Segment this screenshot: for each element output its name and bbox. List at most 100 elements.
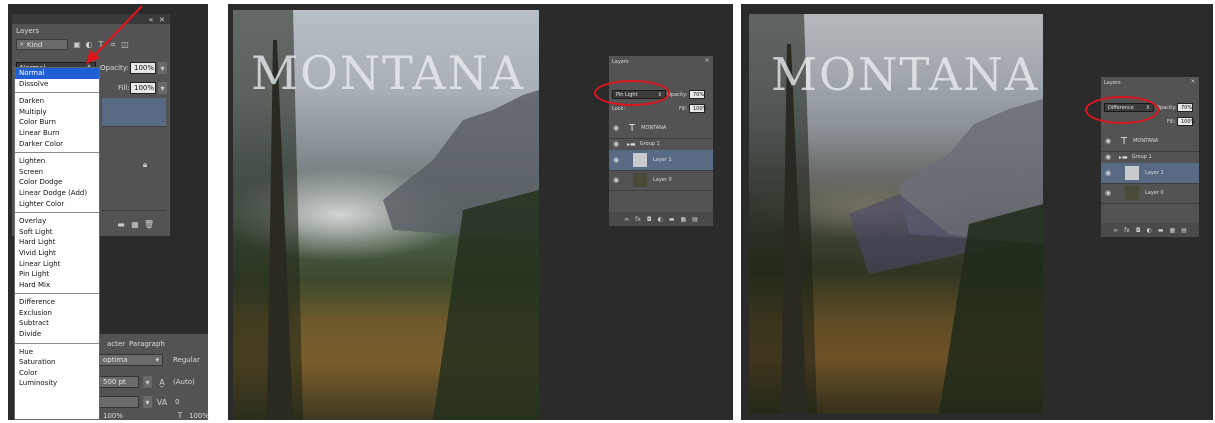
- layer-row[interactable]: ◉ Layer 0: [609, 170, 713, 191]
- blend-menu-item[interactable]: Vivid Light: [15, 248, 99, 259]
- mask-icon[interactable]: ◘: [1136, 227, 1141, 234]
- lock-icon: 🔒︎: [142, 160, 148, 169]
- blend-menu-item[interactable]: Linear Burn: [15, 128, 99, 139]
- vertical-scale-value[interactable]: 100%: [103, 412, 123, 420]
- blend-menu-item[interactable]: Overlay: [15, 216, 99, 227]
- font-style-value[interactable]: Regular: [173, 356, 200, 364]
- blend-menu-item[interactable]: Soft Light: [15, 227, 99, 238]
- layer-row[interactable]: ◉ Layer 0: [1101, 183, 1199, 204]
- chevron-down-icon: ▾: [155, 356, 159, 364]
- kerning-input[interactable]: [99, 396, 139, 408]
- opacity-input[interactable]: 70%: [689, 90, 705, 99]
- eye-icon[interactable]: ◉: [1101, 169, 1115, 177]
- eye-icon[interactable]: ◉: [609, 176, 623, 184]
- kind-filter[interactable]: ⌕ Kind: [16, 39, 68, 50]
- eye-icon[interactable]: ◉: [1101, 189, 1115, 197]
- adjustment-icon[interactable]: ◐: [658, 216, 663, 223]
- blend-menu-item[interactable]: Lighten: [15, 156, 99, 167]
- fill-input[interactable]: 100%: [689, 104, 707, 113]
- blend-menu-item[interactable]: Difference: [15, 297, 99, 308]
- panel-tab-layers[interactable]: Layers: [612, 59, 629, 65]
- opacity-dropdown-icon[interactable]: ▾: [158, 62, 167, 74]
- layer-divider: [102, 126, 166, 127]
- adjustment-icon[interactable]: ◐: [1147, 227, 1152, 234]
- close-icon[interactable]: ×: [1189, 77, 1197, 85]
- menu-separator: [15, 342, 99, 344]
- blend-menu-item[interactable]: Color Dodge: [15, 177, 99, 188]
- selected-layer-row[interactable]: [102, 98, 166, 126]
- new-layer-icon[interactable]: ▦: [1170, 227, 1176, 234]
- panel-tab-layers[interactable]: Layers: [1104, 80, 1121, 86]
- panel-tab-layers[interactable]: Layers: [16, 27, 39, 35]
- fill-label: Fill:: [118, 84, 130, 92]
- new-layer-icon[interactable]: ▦: [681, 216, 687, 223]
- blend-menu-item[interactable]: Darker Color: [15, 139, 99, 150]
- new-layer-icon[interactable]: ▦: [130, 219, 140, 229]
- blend-menu-item[interactable]: Hue: [15, 347, 99, 358]
- tab-paragraph[interactable]: Paragraph: [129, 340, 165, 348]
- blend-menu-item[interactable]: Linear Light: [15, 259, 99, 270]
- fx-icon[interactable]: fx: [1124, 227, 1130, 234]
- blend-menu-item[interactable]: Hard Mix: [15, 280, 99, 291]
- folder-icon[interactable]: ▬: [1158, 227, 1164, 234]
- blend-menu-item[interactable]: Luminosity: [15, 378, 99, 389]
- blend-menu-item[interactable]: Subtract: [15, 318, 99, 329]
- eye-icon[interactable]: ◉: [1101, 153, 1115, 161]
- blend-menu-item[interactable]: Exclusion: [15, 308, 99, 319]
- font-size-input[interactable]: 500 pt: [99, 376, 139, 388]
- fill-dropdown-icon[interactable]: ▾: [158, 82, 167, 94]
- blend-menu-item[interactable]: Pin Light: [15, 269, 99, 280]
- close-icon[interactable]: ×: [703, 56, 711, 64]
- fill-input[interactable]: 100%: [1177, 117, 1195, 126]
- eye-icon[interactable]: ◉: [1101, 137, 1115, 145]
- mask-icon[interactable]: ◘: [647, 216, 652, 223]
- menu-separator: [15, 152, 99, 154]
- fill-input[interactable]: 100%: [130, 82, 156, 94]
- layer-row-selected[interactable]: ◉ Layer 1: [1101, 163, 1199, 184]
- eye-icon[interactable]: ◉: [609, 124, 623, 132]
- folder-icon[interactable]: ▬: [669, 216, 675, 223]
- blend-menu-item[interactable]: Normal: [15, 68, 99, 79]
- tracking-value[interactable]: 0: [175, 398, 179, 406]
- layer-row-text[interactable]: ◉ T MONTANA: [1101, 131, 1199, 152]
- font-family-select[interactable]: optima ▾: [99, 354, 163, 366]
- layer-row-selected[interactable]: ◉ Layer 1: [609, 150, 713, 171]
- blend-menu-item[interactable]: Lighter Color: [15, 199, 99, 210]
- blend-menu-item[interactable]: Linear Dodge (Add): [15, 188, 99, 199]
- search-icon: ⌕: [20, 40, 24, 48]
- panel-footer: ∞ fx ◘ ◐ ▬ ▦ ▤: [609, 212, 713, 226]
- layer-list: ◉ T MONTANA ◉ ▸▬ Group 1 ◉ Layer 1 ◉ Lay…: [609, 118, 713, 206]
- blend-menu-item[interactable]: Saturation: [15, 357, 99, 368]
- horizontal-scale-value[interactable]: 100%: [189, 412, 209, 420]
- fx-icon[interactable]: fx: [635, 216, 641, 223]
- layer-name: Layer 0: [1145, 190, 1164, 196]
- blend-menu-item[interactable]: Color: [15, 368, 99, 379]
- blend-menu-item[interactable]: Screen: [15, 167, 99, 178]
- montana-title-text: MONTANA: [251, 46, 525, 100]
- blend-menu-item[interactable]: Dissolve: [15, 79, 99, 90]
- opacity-input[interactable]: 70%: [1177, 103, 1193, 112]
- link-icon[interactable]: ∞: [624, 216, 629, 223]
- blend-menu-item[interactable]: Hard Light: [15, 237, 99, 248]
- layer-name: Group 1: [639, 141, 660, 147]
- kerning-dropdown-icon[interactable]: ▾: [143, 396, 152, 408]
- eye-icon[interactable]: ◉: [609, 140, 623, 148]
- trash-icon[interactable]: ▤: [1181, 227, 1187, 234]
- leading-value[interactable]: (Auto): [173, 378, 195, 386]
- layer-row-text[interactable]: ◉ T MONTANA: [609, 118, 713, 139]
- eye-icon[interactable]: ◉: [609, 156, 623, 164]
- blend-menu-item[interactable]: Color Burn: [15, 117, 99, 128]
- font-size-dropdown-icon[interactable]: ▾: [143, 376, 152, 388]
- trash-icon[interactable]: 🗑︎: [144, 219, 154, 229]
- menu-separator: [15, 92, 99, 94]
- close-icon[interactable]: ×: [157, 14, 167, 24]
- font-size-value: 500 pt: [103, 378, 126, 386]
- blend-menu-item[interactable]: Divide: [15, 329, 99, 340]
- layer-thumbnail: [1125, 166, 1139, 180]
- link-icon[interactable]: ∞: [1113, 227, 1118, 234]
- tab-character[interactable]: acter: [107, 340, 125, 348]
- folder-icon[interactable]: ▬: [116, 219, 126, 229]
- trash-icon[interactable]: ▤: [692, 216, 698, 223]
- blend-menu-item[interactable]: Multiply: [15, 107, 99, 118]
- blend-menu-item[interactable]: Darken: [15, 96, 99, 107]
